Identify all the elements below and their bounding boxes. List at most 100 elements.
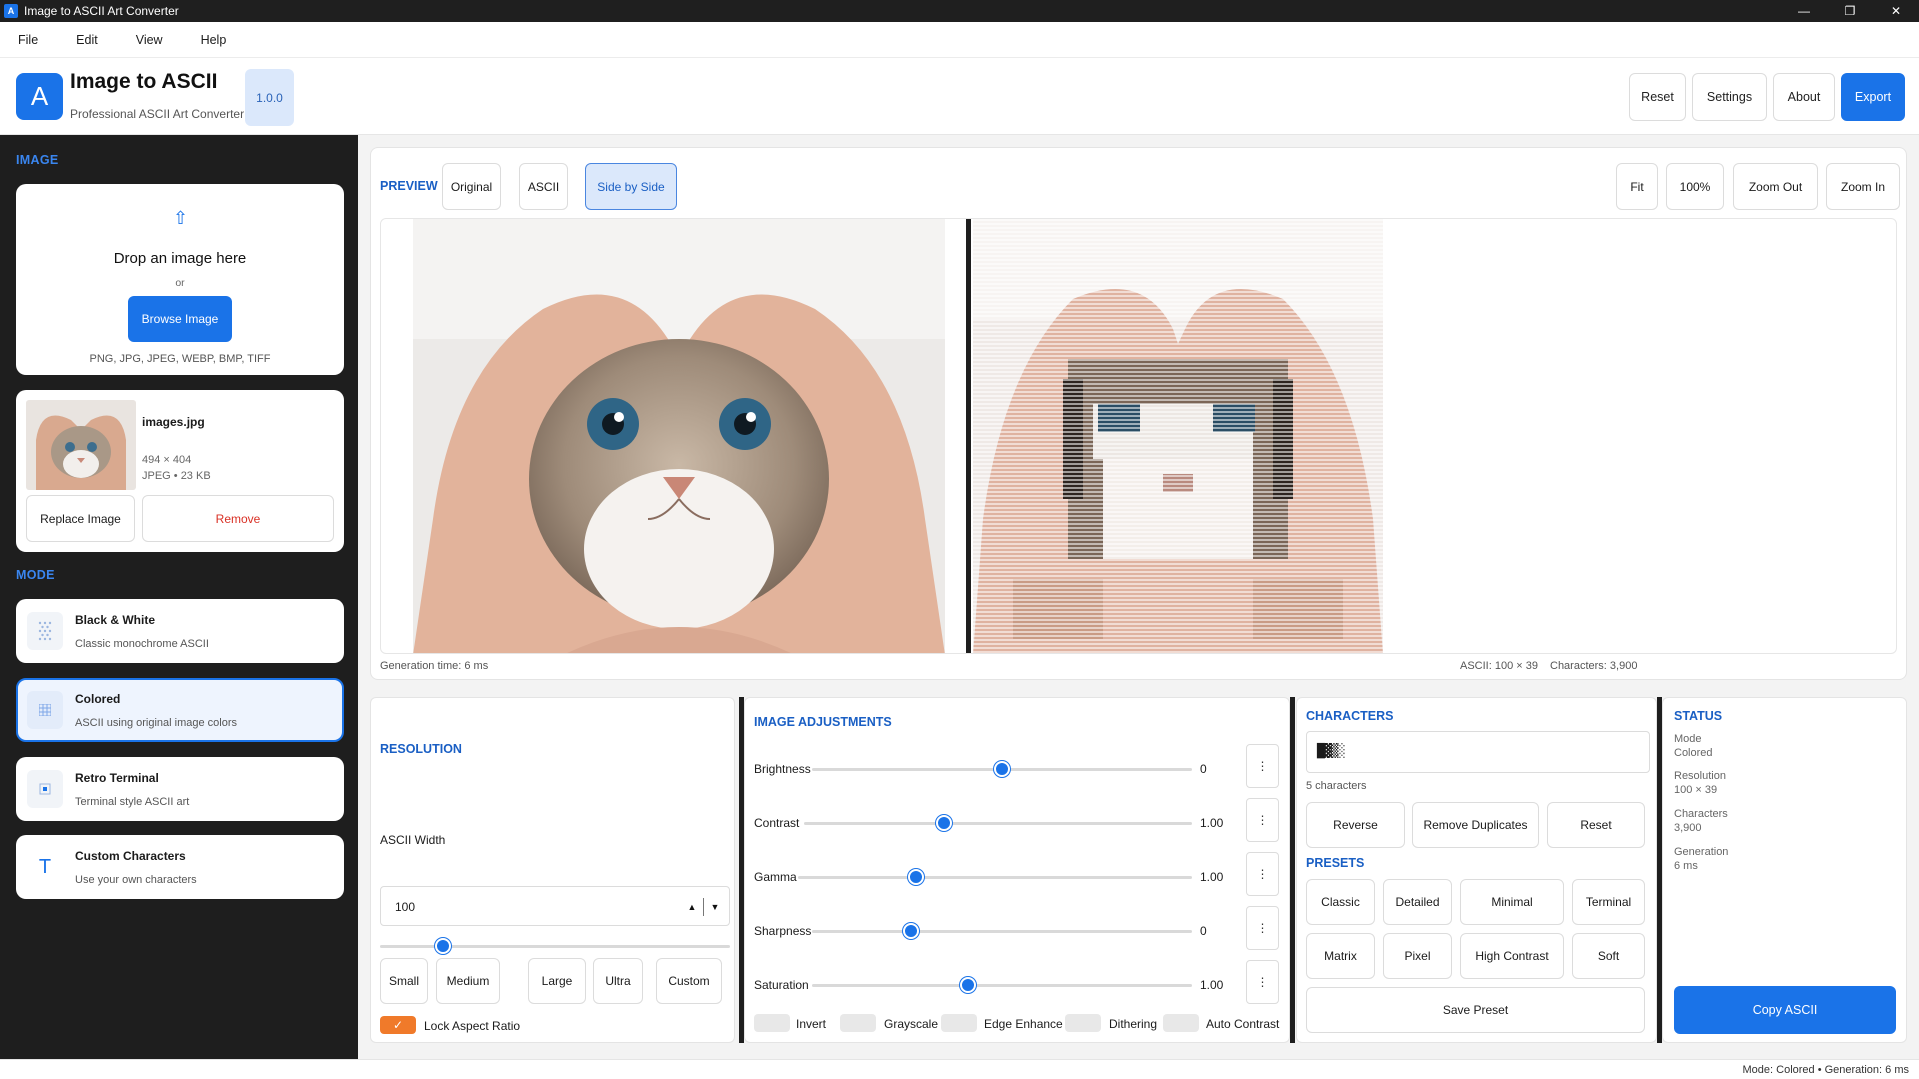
zoom-100-button[interactable]: 100% — [1666, 163, 1724, 210]
ascii-width-value: 100 — [395, 900, 416, 914]
dithering-checkbox[interactable] — [1065, 1014, 1101, 1032]
mode-custom-characters[interactable]: T Custom Characters Use your own charact… — [16, 835, 344, 899]
ascii-image — [973, 219, 1383, 653]
menu-file[interactable]: File — [8, 33, 48, 47]
status-bar-text: Mode: Colored • Generation: 6 ms — [1742, 1064, 1910, 1076]
close-button[interactable]: ✕ — [1873, 0, 1919, 22]
minimize-button[interactable]: — — [1781, 0, 1827, 22]
browse-image-button[interactable]: Browse Image — [128, 296, 232, 342]
adjustments-panel: IMAGE ADJUSTMENTS Brightness 0 ⋮ Contras… — [744, 697, 1290, 1043]
drop-zone[interactable]: ⇧ Drop an image here or Browse Image PNG… — [16, 184, 344, 375]
settings-button[interactable]: Settings — [1692, 73, 1767, 121]
grid-graphic — [39, 704, 51, 716]
mode-colored[interactable]: Colored ASCII using original image color… — [16, 678, 344, 742]
check-icon: ✓ — [392, 1018, 404, 1032]
width-slider-track[interactable] — [380, 945, 730, 948]
preset-matrix-button[interactable]: Matrix — [1306, 933, 1375, 979]
ascii-width-input[interactable]: 100 ▲ ▼ — [380, 886, 730, 926]
contrast-reset-button[interactable]: ⋮ — [1246, 798, 1279, 842]
size-medium-button[interactable]: Medium — [436, 958, 500, 1004]
mode-retro-terminal[interactable]: Retro Terminal Terminal style ASCII art — [16, 757, 344, 821]
ascii-size: ASCII: 100 × 39 — [1460, 660, 1538, 672]
lock-aspect-checkbox[interactable]: ✓ — [380, 1016, 416, 1034]
mode-black-white[interactable]: Black & White Classic monochrome ASCII — [16, 599, 344, 663]
brightness-slider-thumb[interactable] — [994, 761, 1010, 777]
remove-duplicates-button[interactable]: Remove Duplicates — [1412, 802, 1539, 848]
status-bar: Mode: Colored • Generation: 6 ms — [0, 1059, 1919, 1079]
fit-button[interactable]: Fit — [1616, 163, 1658, 210]
preset-terminal-button[interactable]: Terminal — [1572, 879, 1645, 925]
character-count: Characters: 3,900 — [1550, 660, 1638, 672]
preset-pixel-button[interactable]: Pixel — [1383, 933, 1452, 979]
decrement-icon[interactable]: ▼ — [706, 898, 724, 916]
remove-image-button[interactable]: Remove — [142, 495, 334, 542]
tab-original[interactable]: Original — [442, 163, 501, 210]
app-title: Image to ASCII — [70, 70, 218, 93]
maximize-button[interactable]: ❐ — [1827, 0, 1873, 22]
drop-title: Drop an image here — [113, 250, 247, 267]
preset-minimal-button[interactable]: Minimal — [1460, 879, 1564, 925]
gamma-slider-thumb[interactable] — [908, 869, 925, 885]
copy-ascii-button[interactable]: Copy ASCII — [1674, 986, 1896, 1034]
menu-help[interactable]: Help — [191, 33, 237, 47]
text-icon: T — [27, 848, 63, 886]
dots-grid-icon — [27, 612, 63, 650]
gamma-value: 1.00 — [1200, 870, 1224, 884]
preset-soft-button[interactable]: Soft — [1572, 933, 1645, 979]
panel-separator — [1290, 697, 1295, 1043]
dithering-label: Dithering — [1109, 1017, 1158, 1031]
sharpness-slider-track[interactable] — [812, 930, 1192, 933]
auto-contrast-checkbox[interactable] — [1163, 1014, 1199, 1032]
terminal-icon — [27, 770, 63, 808]
brightness-reset-button[interactable]: ⋮ — [1246, 744, 1279, 788]
saturation-reset-button[interactable]: ⋮ — [1246, 960, 1279, 1004]
size-custom-button[interactable]: Custom — [656, 958, 722, 1004]
zoom-in-button[interactable]: Zoom In — [1826, 163, 1900, 210]
zoom-out-button[interactable]: Zoom Out — [1733, 163, 1818, 210]
gamma-reset-button[interactable]: ⋮ — [1246, 852, 1279, 896]
contrast-slider-track[interactable] — [804, 822, 1192, 825]
split-divider[interactable] — [966, 219, 971, 653]
menu-view[interactable]: View — [126, 33, 173, 47]
menu-bar: File Edit View Help — [0, 22, 1919, 58]
reset-characters-button[interactable]: Reset — [1547, 802, 1645, 848]
brightness-label: Brightness — [754, 762, 811, 776]
size-small-button[interactable]: Small — [380, 958, 428, 1004]
app-icon: A — [4, 4, 18, 18]
edge-enhance-checkbox[interactable] — [941, 1014, 977, 1032]
characters-input[interactable]: █▓▒░ — [1306, 731, 1650, 773]
replace-image-button[interactable]: Replace Image — [26, 495, 135, 542]
tab-ascii[interactable]: ASCII — [519, 163, 568, 210]
invert-checkbox[interactable] — [754, 1014, 790, 1032]
mode-desc: Classic monochrome ASCII — [75, 638, 209, 650]
saturation-slider-track[interactable] — [812, 984, 1192, 987]
reset-button[interactable]: Reset — [1629, 73, 1686, 121]
status-title: STATUS — [1674, 709, 1723, 723]
window-title: Image to ASCII Art Converter — [24, 4, 179, 18]
sharpness-slider-thumb[interactable] — [902, 923, 919, 939]
save-preset-button[interactable]: Save Preset — [1306, 987, 1645, 1033]
status-resolution-value: 100 × 39 — [1674, 784, 1718, 796]
mode-title: Colored — [75, 692, 121, 706]
preview-canvas[interactable] — [380, 218, 1897, 654]
preset-detailed-button[interactable]: Detailed — [1383, 879, 1452, 925]
export-button[interactable]: Export — [1841, 73, 1905, 121]
reverse-button[interactable]: Reverse — [1306, 802, 1405, 848]
about-button[interactable]: About — [1773, 73, 1835, 121]
file-name: images.jpg — [142, 415, 205, 429]
width-slider-thumb[interactable] — [435, 938, 451, 954]
preset-high-contrast-button[interactable]: High Contrast — [1460, 933, 1564, 979]
grayscale-checkbox[interactable] — [840, 1014, 876, 1032]
increment-icon[interactable]: ▲ — [683, 898, 701, 916]
tab-side-by-side[interactable]: Side by Side — [585, 163, 677, 210]
menu-edit[interactable]: Edit — [66, 33, 108, 47]
size-large-button[interactable]: Large — [528, 958, 586, 1004]
contrast-slider-thumb[interactable] — [935, 815, 952, 831]
preset-classic-button[interactable]: Classic — [1306, 879, 1375, 925]
saturation-label: Saturation — [754, 978, 809, 992]
character-set: █▓▒░ — [1317, 744, 1345, 759]
saturation-slider-thumb[interactable] — [959, 977, 976, 993]
size-ultra-button[interactable]: Ultra — [593, 958, 643, 1004]
gamma-slider-track[interactable] — [798, 876, 1192, 879]
sharpness-reset-button[interactable]: ⋮ — [1246, 906, 1279, 950]
